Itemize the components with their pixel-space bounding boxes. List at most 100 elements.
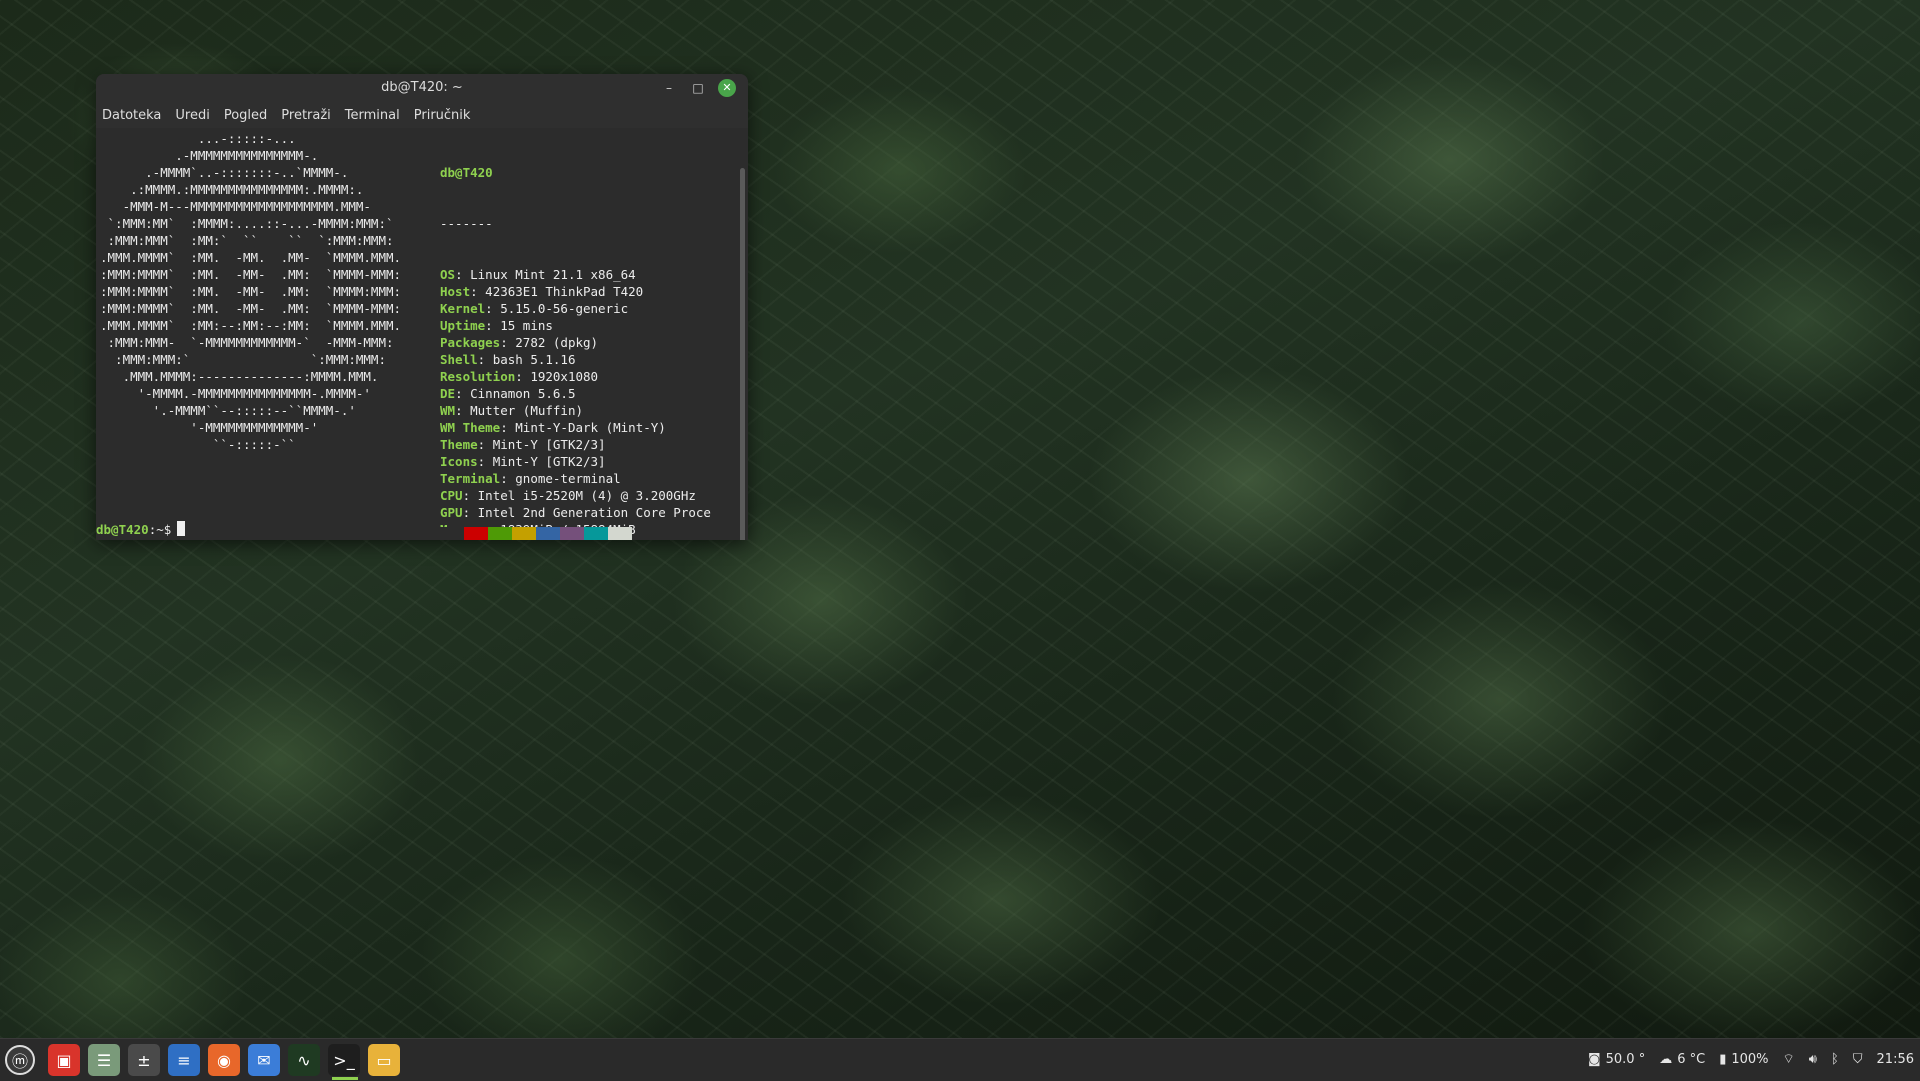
logo-line: .MMM.MMMM` :MM. -MM. .MM- `MMMM.MMM. (100, 250, 402, 265)
tray-bluetooth[interactable]: ᛒ (1831, 1052, 1839, 1067)
firefox-icon[interactable]: ◉ (208, 1044, 240, 1076)
terminal-icon[interactable]: >_ (328, 1044, 360, 1076)
menu-datoteka[interactable]: Datoteka (102, 108, 161, 123)
system-settings-icon[interactable]: ☰ (88, 1044, 120, 1076)
info-value: 2782 (dpkg) (515, 335, 599, 350)
tray-battery[interactable]: ▮ 100% (1719, 1052, 1768, 1067)
info-value: Mutter (Muffin) (470, 403, 584, 418)
terminal-window[interactable]: db@T420: ~ – □ ✕ Datoteka Uredi Pogled P… (96, 74, 748, 540)
maximize-button[interactable]: □ (689, 79, 707, 97)
info-row: Resolution: 1920x1080 (440, 369, 599, 384)
mint-ascii-logo: ...-:::::-... .-MMMMMMMMMMMMMMM-. .-MMMM… (100, 130, 401, 453)
info-separator: ------- (440, 216, 493, 231)
logo-line: `:MMM:MM` :MMMM:....::-...-MMMM:MMM:` (100, 216, 394, 231)
info-value: gnome-terminal (515, 471, 621, 486)
mint-menu-icon[interactable]: ⓜ (5, 1045, 35, 1075)
logo-line: :MMM:MMM- `-MMMMMMMMMMMM-` -MMM-MMM: (100, 335, 394, 350)
shield-icon: ⛉ (1852, 1051, 1863, 1067)
menu-pretrazi[interactable]: Pretraži (281, 108, 331, 123)
info-value: bash 5.1.16 (492, 352, 576, 367)
terminal-output[interactable]: ...-:::::-... .-MMMMMMMMMMMMMMM-. .-MMMM… (96, 128, 748, 540)
info-key: Uptime (440, 318, 486, 333)
info-key: Shell (440, 352, 478, 367)
tray-clock[interactable]: 21:56 (1877, 1052, 1914, 1067)
info-key: DE (440, 386, 456, 401)
info-key: Resolution (440, 369, 516, 384)
info-key: Icons (440, 454, 478, 469)
software-store-icon[interactable]: ▣ (48, 1044, 80, 1076)
minimize-button[interactable]: – (660, 79, 678, 97)
menu-pogled[interactable]: Pogled (224, 108, 267, 123)
info-key: Host (440, 284, 471, 299)
weather-temp: 6 °C (1677, 1051, 1706, 1067)
palette-swatch (560, 527, 584, 540)
info-row: WM: Mutter (Muffin) (440, 403, 584, 418)
logo-line: '.-MMMM``--:::::--``MMMM-.' (100, 403, 356, 418)
logo-line: .MMM.MMMM:--------------:MMMM.MMM. (100, 369, 379, 384)
prompt-path: :~$ (148, 522, 172, 537)
logo-line: .-MMMM`..-:::::::-..`MMMM-. (100, 165, 349, 180)
tray-wifi[interactable]: ⌔ (1783, 1051, 1795, 1067)
palette-swatch (608, 527, 632, 540)
info-row: Packages: 2782 (dpkg) (440, 335, 599, 350)
info-value: Intel 2nd Generation Core Proce (477, 505, 711, 520)
cpu-freq: 50.0 ° (1605, 1051, 1646, 1067)
wifi-icon: ⌔ (1782, 1052, 1795, 1067)
palette-swatch (536, 527, 560, 540)
weather-icon: ☁ (1659, 1051, 1673, 1067)
window-title: db@T420: ~ (381, 80, 463, 95)
shell-prompt[interactable]: db@T420:~$ (96, 521, 186, 538)
bluetooth-icon: ᛒ (1830, 1051, 1839, 1067)
battery-level: 100% (1731, 1051, 1769, 1067)
info-value: Mint-Y-Dark (Mint-Y) (515, 420, 666, 435)
info-key: Packages (440, 335, 501, 350)
info-value: 5.15.0-56-generic (500, 301, 629, 316)
info-key: CPU (440, 488, 463, 503)
palette-swatch (512, 527, 536, 540)
logo-line: '-MMMMMMMMMMMMM-' (100, 420, 319, 435)
info-value: 42363E1 ThinkPad T420 (485, 284, 644, 299)
tray-weather[interactable]: ☁ 6 °C (1659, 1052, 1705, 1067)
info-row: Terminal: gnome-terminal (440, 471, 621, 486)
info-key: WM (440, 403, 456, 418)
info-row: Icons: Mint-Y [GTK2/3] (440, 454, 606, 469)
info-row: Host: 42363E1 ThinkPad T420 (440, 284, 644, 299)
window-titlebar[interactable]: db@T420: ~ – □ ✕ (96, 74, 748, 102)
color-palette (440, 527, 632, 540)
info-key: Theme (440, 437, 478, 452)
menu-bar: Datoteka Uredi Pogled Pretraži Terminal … (96, 102, 748, 128)
palette-swatch (464, 527, 488, 540)
logo-line: '-MMMM.-MMMMMMMMMMMMMMM-.MMMM-' (100, 386, 371, 401)
logo-line: :MMM:MMMM` :MM. -MM- .MM: `MMMM-MMM: (100, 301, 402, 316)
tray-screenshot[interactable]: ◙ 50.0 ° (1588, 1052, 1645, 1067)
terminal-scrollbar[interactable] (740, 168, 745, 540)
info-row: Kernel: 5.15.0-56-generic (440, 301, 629, 316)
system-monitor-icon[interactable]: ∿ (288, 1044, 320, 1076)
info-user-host: db@T420 (440, 165, 493, 180)
menu-terminal[interactable]: Terminal (345, 108, 400, 123)
close-button[interactable]: ✕ (718, 79, 736, 97)
info-row: OS: Linux Mint 21.1 x86_64 (440, 267, 636, 282)
calculator-icon[interactable]: ± (128, 1044, 160, 1076)
info-value: Intel i5-2520M (4) @ 3.200GHz (477, 488, 696, 503)
palette-swatch (584, 527, 608, 540)
palette-swatch (488, 527, 512, 540)
info-row: Theme: Mint-Y [GTK2/3] (440, 437, 606, 452)
info-value: 1920x1080 (530, 369, 599, 384)
info-value: Linux Mint 21.1 x86_64 (470, 267, 636, 282)
tray-shield[interactable]: ⛉ (1853, 1052, 1863, 1067)
files-icon[interactable]: ▭ (368, 1044, 400, 1076)
volume-icon: 🔊︎ (1808, 1051, 1817, 1067)
palette-swatch (440, 527, 464, 540)
info-value: 15 mins (500, 318, 553, 333)
text-editor-icon[interactable]: ≡ (168, 1044, 200, 1076)
logo-line: :MMM:MMMM` :MM. -MM- .MM: `MMMM-MMM: (100, 267, 402, 282)
logo-line: .:MMMM.:MMMMMMMMMMMMMMM:.MMMM:. (100, 182, 364, 197)
logo-line: .-MMMMMMMMMMMMMMM-. (100, 148, 319, 163)
info-row: Uptime: 15 mins (440, 318, 553, 333)
logo-line: .MMM.MMMM` :MM:--:MM:--:MM: `MMMM.MMM. (100, 318, 402, 333)
tray-volume[interactable]: 🔊︎ (1809, 1052, 1817, 1067)
menu-prirucnik[interactable]: Priručnik (414, 108, 471, 123)
mail-icon[interactable]: ✉ (248, 1044, 280, 1076)
menu-uredi[interactable]: Uredi (175, 108, 209, 123)
